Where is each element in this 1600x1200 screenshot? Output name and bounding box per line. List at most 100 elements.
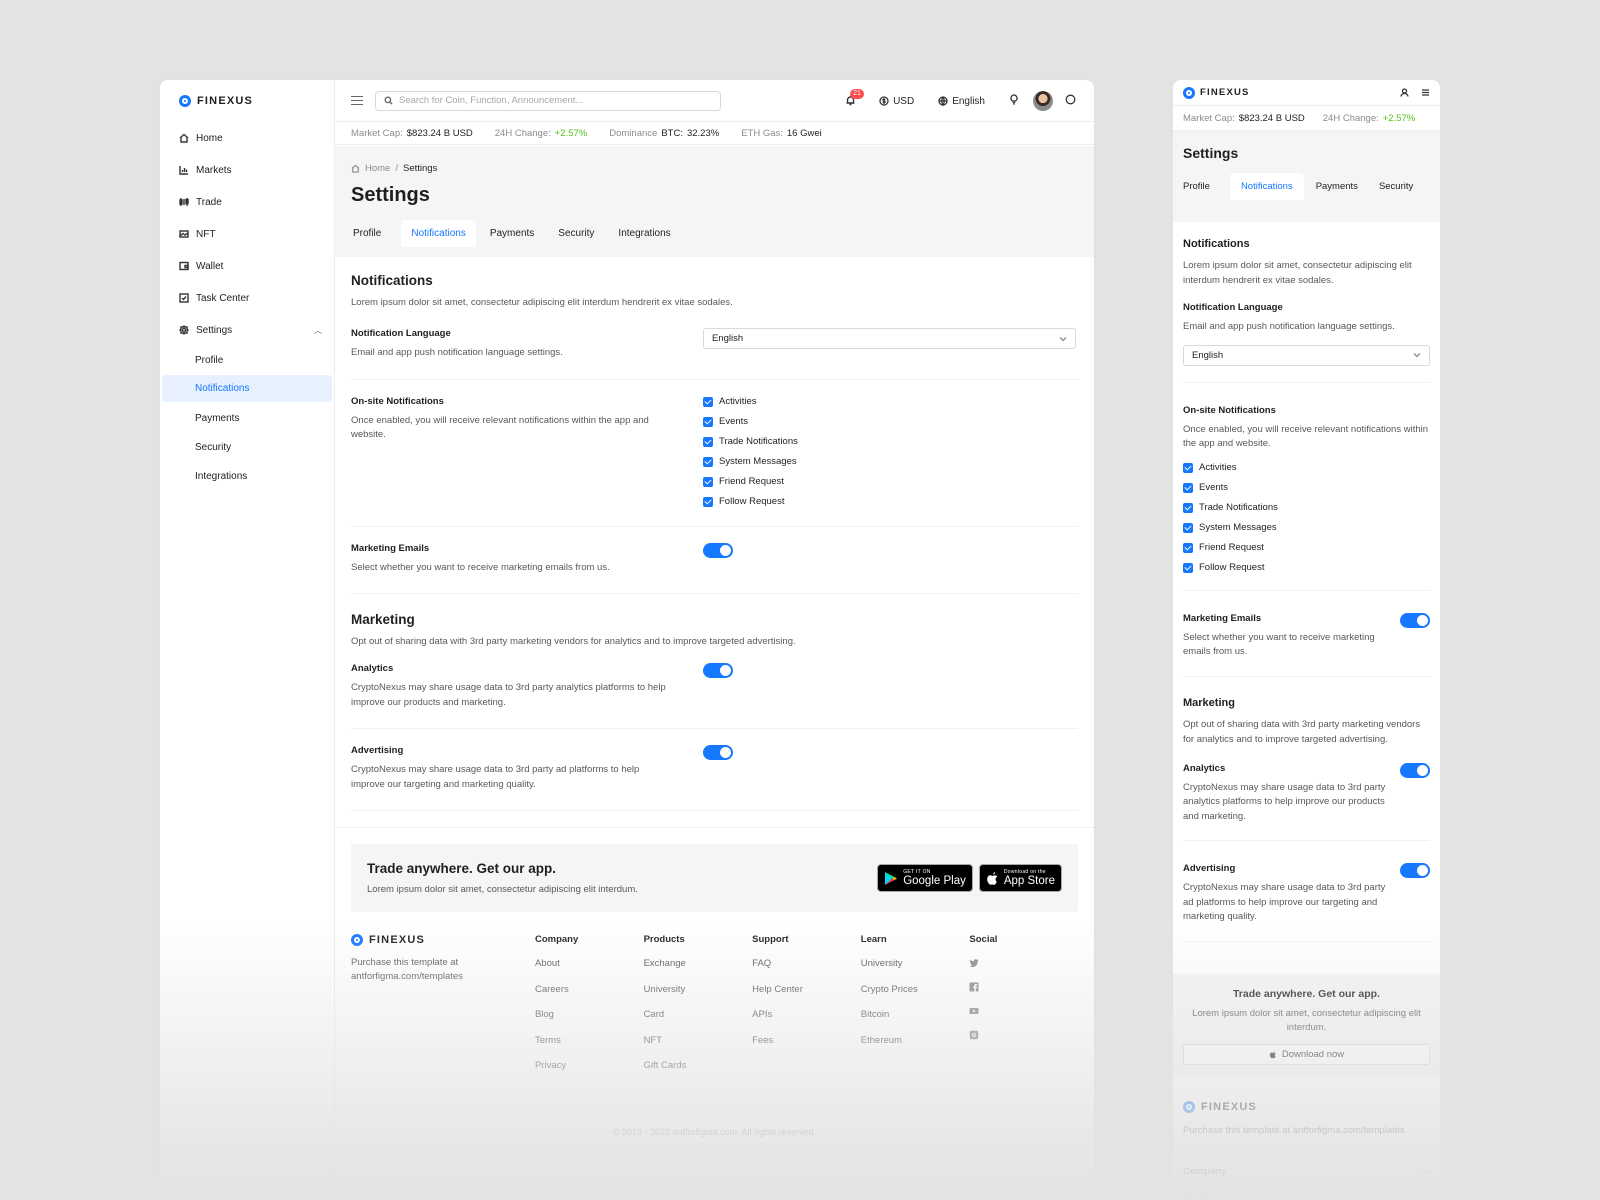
sidebar-item-wallet[interactable]: Wallet	[160, 250, 334, 282]
analytics-toggle[interactable]	[703, 663, 733, 678]
sidebar-item-home[interactable]: Home	[160, 122, 334, 154]
desktop-frame: FINEXUS Home Markets Trade NFT Wallet Ta…	[160, 80, 1094, 1200]
sidebar-subitem-payments[interactable]: Payments	[160, 404, 334, 433]
footer-link[interactable]: Gift Cards	[644, 1060, 753, 1086]
checkbox-friend-request[interactable]: Friend Request	[703, 476, 798, 488]
sidebar-subitem-profile[interactable]: Profile	[160, 346, 334, 375]
checkbox-system-messages[interactable]: System Messages	[703, 456, 798, 468]
checkbox-events[interactable]: Events	[1183, 482, 1430, 494]
tab-profile[interactable]: Profile	[351, 220, 391, 247]
tab-profile[interactable]: Profile	[1183, 173, 1221, 200]
currency-selector[interactable]: USD	[879, 96, 914, 107]
language-selector[interactable]: English	[938, 96, 985, 107]
download-now-button[interactable]: Download now	[1183, 1043, 1430, 1065]
sidebar-item-markets[interactable]: Markets	[160, 154, 334, 186]
footer-link[interactable]: Card	[644, 1009, 753, 1035]
sidebar-subitem-security[interactable]: Security	[160, 433, 334, 462]
brand-logo[interactable]: FINEXUS	[351, 934, 535, 946]
checkbox-trade-notifications[interactable]: Trade Notifications	[703, 436, 798, 448]
sidebar-item-label: NFT	[196, 228, 216, 240]
divider	[335, 827, 1094, 828]
facebook-icon[interactable]	[969, 982, 1078, 1006]
footer-link[interactable]: University	[644, 984, 753, 1010]
notifications-button[interactable]: 21	[845, 89, 864, 107]
google-play-button[interactable]: GET IT ON Google Play	[877, 864, 973, 892]
marketing-emails-toggle[interactable]	[703, 542, 733, 558]
tab-notifications[interactable]: Notifications	[401, 220, 476, 247]
search-icon	[384, 96, 393, 105]
avatar[interactable]	[1033, 91, 1053, 111]
tab-notifications[interactable]: Notifications	[1229, 173, 1304, 200]
logo-mark-icon	[351, 934, 363, 946]
menu-icon[interactable]	[1421, 88, 1430, 97]
footer-link[interactable]: Crypto Prices	[861, 984, 970, 1010]
footer-link[interactable]: Careers	[535, 984, 644, 1010]
footer-link[interactable]: Ethereum	[861, 1035, 970, 1061]
footer-link[interactable]: Exchange	[644, 958, 753, 984]
checkbox-activities[interactable]: Activities	[1183, 462, 1430, 474]
checkbox-friend-request[interactable]: Friend Request	[1183, 542, 1430, 554]
advertising-toggle[interactable]	[1400, 863, 1430, 878]
search-box[interactable]	[375, 90, 721, 111]
footer-column-title: Social	[969, 934, 998, 945]
section-title-marketing: Marketing	[351, 612, 415, 627]
analytics-toggle[interactable]	[1400, 762, 1430, 778]
twitter-icon[interactable]	[969, 958, 1078, 982]
sidebar-item-settings[interactable]: Settings ︿	[160, 314, 334, 346]
sidebar-subitem-notifications[interactable]: Notifications	[162, 375, 332, 402]
checkbox-events[interactable]: Events	[703, 416, 798, 428]
footer-link[interactable]: Fees	[752, 1035, 861, 1061]
menu-collapse-icon[interactable]	[351, 95, 363, 106]
marketing-emails-toggle[interactable]	[1400, 612, 1430, 628]
youtube-icon[interactable]	[969, 1006, 1078, 1030]
checkbox-activities[interactable]: Activities	[703, 396, 798, 408]
tab-integrations[interactable]: Integrations	[616, 220, 680, 247]
footer-link[interactable]: Bitcoin	[861, 1009, 970, 1035]
footer-link[interactable]: University	[861, 958, 970, 984]
tab-security[interactable]: Security	[1379, 173, 1424, 200]
user-icon[interactable]	[1400, 88, 1409, 97]
footer-link[interactable]: About	[1183, 1191, 1430, 1200]
footer-link[interactable]: Privacy	[535, 1060, 644, 1086]
footer-link[interactable]: NFT	[644, 1035, 753, 1061]
checkbox-follow-request[interactable]: Follow Request	[703, 496, 798, 508]
page-header: Home / Settings Settings Profile Notific…	[335, 146, 1094, 257]
breadcrumb-home[interactable]: Home	[365, 163, 390, 174]
footer-link[interactable]: FAQ	[752, 958, 861, 984]
sidebar-item-trade[interactable]: Trade	[160, 186, 334, 218]
brand-logo[interactable]: FINEXUS	[1183, 86, 1250, 99]
apple-icon	[1269, 1050, 1276, 1058]
chevron-up-icon[interactable]: ︿	[314, 325, 322, 336]
candles-icon	[179, 197, 189, 207]
checkbox-follow-request[interactable]: Follow Request	[1183, 562, 1430, 574]
advertising-toggle[interactable]	[703, 745, 733, 760]
checkbox-system-messages[interactable]: System Messages	[1183, 522, 1430, 534]
ticker-label: Dominance	[609, 127, 658, 139]
setting-description: Once enabled, you will receive relevant …	[1183, 423, 1429, 450]
language-select[interactable]: English	[703, 328, 1076, 349]
ticker-value: $823.24 B USD	[406, 127, 473, 139]
search-input[interactable]	[399, 95, 699, 106]
footer-link[interactable]: Help Center	[752, 984, 861, 1010]
footer-link[interactable]: APIs	[752, 1009, 861, 1035]
theme-toggle[interactable]	[1009, 94, 1019, 108]
messages-button[interactable]	[1065, 94, 1076, 108]
checkbox-checked-icon	[1183, 542, 1193, 553]
brand-logo[interactable]: FINEXUS	[1183, 1100, 1430, 1113]
footer-link[interactable]: Terms	[535, 1035, 644, 1061]
checkbox-trade-notifications[interactable]: Trade Notifications	[1183, 502, 1430, 514]
app-store-button[interactable]: Download on the App Store	[978, 864, 1062, 892]
tab-security[interactable]: Security	[556, 220, 604, 247]
footer-accordion-company[interactable]: Company	[1183, 1166, 1430, 1177]
footer-link[interactable]: About	[535, 958, 644, 984]
footer-link[interactable]: Blog	[535, 1009, 644, 1035]
sidebar-subitem-integrations[interactable]: Integrations	[160, 462, 334, 491]
brand-logo[interactable]: FINEXUS	[160, 80, 334, 122]
instagram-icon[interactable]	[969, 1030, 1078, 1054]
tab-payments[interactable]: Payments	[1316, 173, 1369, 200]
tab-payments[interactable]: Payments	[488, 220, 544, 247]
checkbox-label: Friend Request	[1199, 542, 1264, 553]
language-select[interactable]: English	[1183, 344, 1430, 366]
sidebar-item-task-center[interactable]: Task Center	[160, 282, 334, 314]
sidebar-item-nft[interactable]: NFT	[160, 218, 334, 250]
